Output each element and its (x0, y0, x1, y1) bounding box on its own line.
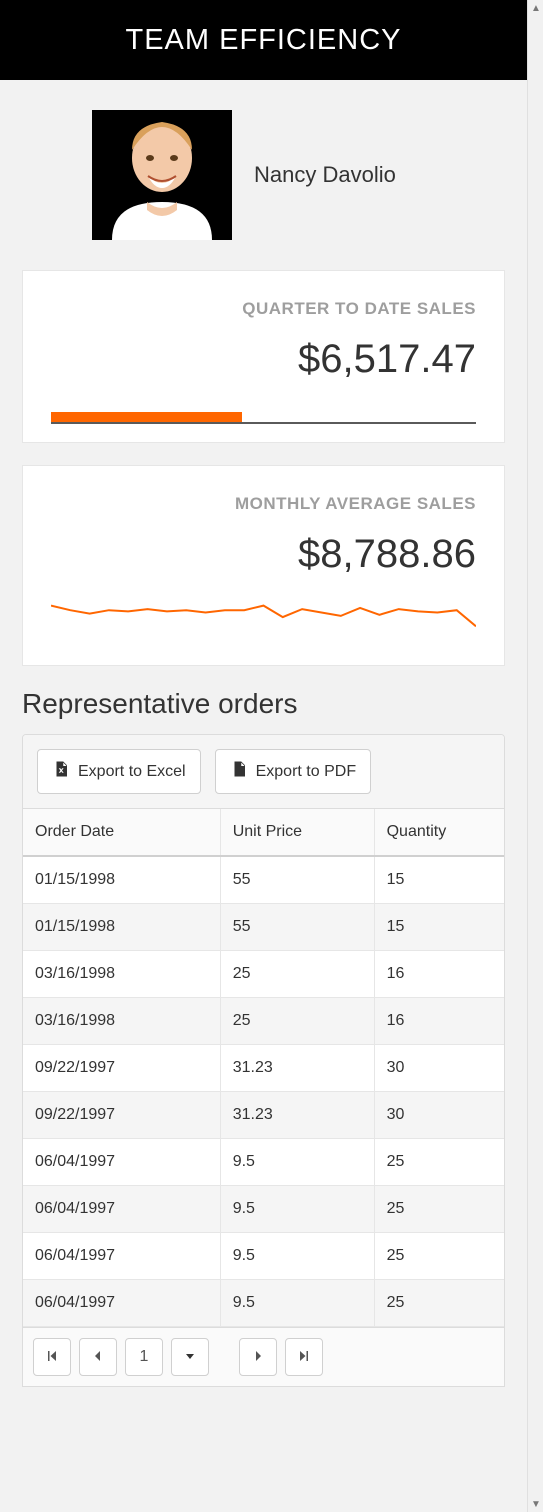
col-order-date[interactable]: Order Date (23, 809, 220, 856)
cell-price: 31.23 (220, 1092, 374, 1139)
cell-qty: 15 (374, 904, 504, 951)
export-pdf-label: Export to PDF (256, 763, 356, 781)
orders-title: Representative orders (22, 688, 505, 720)
vertical-scrollbar[interactable]: ▲ ▼ (527, 0, 543, 1512)
monthly-value: $8,788.86 (51, 532, 476, 577)
table-row[interactable]: 06/04/19979.525 (23, 1280, 504, 1327)
profile-block: Nancy Davolio (0, 80, 527, 270)
cell-price: 9.5 (220, 1280, 374, 1327)
pager-last-button[interactable] (285, 1338, 323, 1376)
cell-price: 55 (220, 904, 374, 951)
export-excel-button[interactable]: Export to Excel (37, 749, 201, 794)
pager-first-button[interactable] (33, 1338, 71, 1376)
cell-date: 09/22/1997 (23, 1045, 220, 1092)
cell-date: 06/04/1997 (23, 1186, 220, 1233)
export-pdf-button[interactable]: Export to PDF (215, 749, 371, 794)
cell-qty: 25 (374, 1186, 504, 1233)
pager-next-button[interactable] (239, 1338, 277, 1376)
cell-qty: 16 (374, 951, 504, 998)
orders-grid: Export to Excel Export to PDF Order Date… (22, 734, 505, 1387)
monthly-sparkline (51, 601, 476, 647)
seek-first-icon (45, 1349, 59, 1366)
cell-price: 9.5 (220, 1233, 374, 1280)
scroll-up-icon: ▲ (528, 0, 543, 16)
cell-price: 31.23 (220, 1045, 374, 1092)
table-row[interactable]: 01/15/19985515 (23, 904, 504, 951)
table-row[interactable]: 06/04/19979.525 (23, 1139, 504, 1186)
orders-table: Order Date Unit Price Quantity 01/15/199… (23, 809, 504, 1327)
cell-qty: 25 (374, 1139, 504, 1186)
cell-price: 55 (220, 856, 374, 904)
monthly-card: MONTHLY AVERAGE SALES $8,788.86 (22, 465, 505, 666)
cell-date: 01/15/1998 (23, 856, 220, 904)
app-header: TEAM EFFICIENCY (0, 0, 527, 80)
caret-down-icon (184, 1349, 196, 1365)
chevron-left-icon (92, 1349, 104, 1365)
export-excel-label: Export to Excel (78, 763, 186, 781)
cell-date: 09/22/1997 (23, 1092, 220, 1139)
cell-price: 25 (220, 998, 374, 1045)
cell-qty: 16 (374, 998, 504, 1045)
excel-icon (52, 760, 70, 783)
avatar (92, 110, 232, 240)
cell-date: 03/16/1998 (23, 951, 220, 998)
qtd-label: QUARTER TO DATE SALES (51, 299, 476, 319)
qtd-bullet-chart (51, 410, 476, 424)
cell-qty: 25 (374, 1233, 504, 1280)
chevron-right-icon (252, 1349, 264, 1365)
col-unit-price[interactable]: Unit Price (220, 809, 374, 856)
table-row[interactable]: 09/22/199731.2330 (23, 1045, 504, 1092)
table-row[interactable]: 06/04/19979.525 (23, 1233, 504, 1280)
cell-qty: 15 (374, 856, 504, 904)
app-title: TEAM EFFICIENCY (125, 24, 401, 57)
cell-price: 25 (220, 951, 374, 998)
cell-price: 9.5 (220, 1139, 374, 1186)
scroll-down-icon: ▼ (528, 1496, 543, 1512)
cell-qty: 30 (374, 1045, 504, 1092)
cell-qty: 25 (374, 1280, 504, 1327)
cell-date: 06/04/1997 (23, 1233, 220, 1280)
cell-qty: 30 (374, 1092, 504, 1139)
pager-prev-button[interactable] (79, 1338, 117, 1376)
pdf-icon (230, 760, 248, 783)
grid-pager: 1 (23, 1327, 504, 1386)
qtd-value: $6,517.47 (51, 337, 476, 382)
col-quantity[interactable]: Quantity (374, 809, 504, 856)
cell-date: 01/15/1998 (23, 904, 220, 951)
table-row[interactable]: 03/16/19982516 (23, 951, 504, 998)
cell-date: 06/04/1997 (23, 1280, 220, 1327)
table-row[interactable]: 09/22/199731.2330 (23, 1092, 504, 1139)
pager-page-input[interactable]: 1 (125, 1338, 163, 1376)
table-row[interactable]: 06/04/19979.525 (23, 1186, 504, 1233)
grid-toolbar: Export to Excel Export to PDF (23, 735, 504, 809)
table-row[interactable]: 01/15/19985515 (23, 856, 504, 904)
monthly-label: MONTHLY AVERAGE SALES (51, 494, 476, 514)
table-row[interactable]: 03/16/19982516 (23, 998, 504, 1045)
pager-page-dropdown[interactable] (171, 1338, 209, 1376)
qtd-card: QUARTER TO DATE SALES $6,517.47 (22, 270, 505, 443)
seek-last-icon (297, 1349, 311, 1366)
cell-date: 03/16/1998 (23, 998, 220, 1045)
cell-price: 9.5 (220, 1186, 374, 1233)
profile-name: Nancy Davolio (254, 162, 396, 188)
cell-date: 06/04/1997 (23, 1139, 220, 1186)
